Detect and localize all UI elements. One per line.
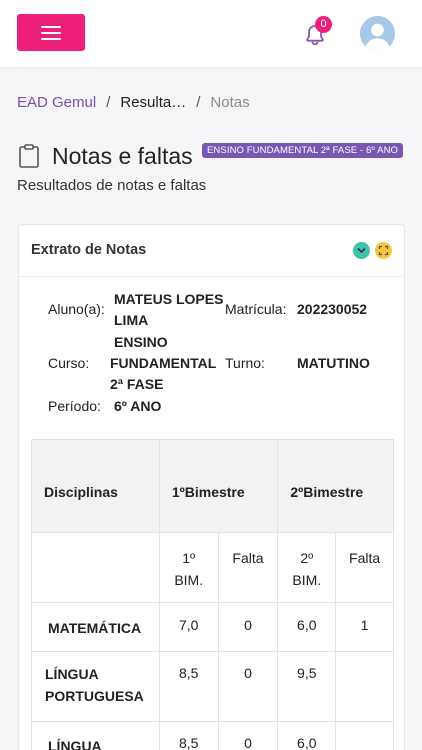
subheader-b2-nota: 2º BIM. xyxy=(277,532,337,603)
curso-label: Curso: xyxy=(48,355,90,371)
breadcrumb-results-link[interactable]: Resulta… xyxy=(120,94,186,111)
absences-b1: 0 xyxy=(217,721,279,750)
aluno-label: Aluno(a): xyxy=(48,301,105,317)
breadcrumb-home-link[interactable]: EAD Gemul xyxy=(17,94,96,111)
table-row: LÍNGUA PORTUGUESA 8,5 0 9,5 xyxy=(31,651,394,722)
absences-b1: 0 xyxy=(217,651,279,722)
absences-b2 xyxy=(335,651,394,722)
matricula-label: Matrícula: xyxy=(225,301,287,317)
grade-b2: 6,0 xyxy=(277,721,337,750)
absences-b1: 0 xyxy=(217,602,279,652)
grades-table-scroll[interactable]: Disciplinas 1ºBimestre 2ºBimestre 1º BIM.… xyxy=(31,439,394,750)
absences-b2: 1 xyxy=(335,602,394,652)
fullscreen-icon[interactable] xyxy=(375,242,392,259)
header-bimestre-1: 1ºBimestre xyxy=(158,439,279,533)
breadcrumb: EAD Gemul / Resulta… / Notas xyxy=(17,94,250,111)
turno-value: MATUTINO xyxy=(297,355,370,371)
curso-value-line2: FUNDAMENTAL xyxy=(110,355,217,371)
table-subheader-row: 1º BIM. Falta 2º BIM. Falta xyxy=(31,532,394,603)
subheader-empty xyxy=(31,532,160,603)
grades-table: Disciplinas 1ºBimestre 2ºBimestre 1º BIM.… xyxy=(31,439,394,750)
periodo-label: Período: xyxy=(48,398,101,414)
page-subtitle: Resultados de notas e faltas xyxy=(17,177,207,194)
menu-button[interactable] xyxy=(17,14,85,51)
periodo-value: 6º ANO xyxy=(114,398,162,414)
table-row: MATEMÁTICA 7,0 0 6,0 1 xyxy=(31,602,394,652)
grades-card: Extrato de Notas Aluno(a): MATEUS LOPES … xyxy=(18,224,405,750)
subheader-b2-falta: Falta xyxy=(335,532,394,603)
level-badge: ENSINO FUNDAMENTAL 2ª FASE - 6º ANO xyxy=(202,143,404,158)
subheader-b1-falta: Falta xyxy=(217,532,279,603)
curso-value-line3: 2ª FASE xyxy=(110,376,164,392)
discipline-name: MATEMÁTICA xyxy=(31,602,160,652)
curso-value-line1: ENSINO xyxy=(114,334,168,350)
top-bar: 0 xyxy=(0,0,422,67)
page-title: Notas e faltas xyxy=(52,143,193,169)
subheader-b1-nota: 1º BIM. xyxy=(158,532,219,603)
table-header-row: Disciplinas 1ºBimestre 2ºBimestre xyxy=(31,439,394,533)
card-header: Extrato de Notas xyxy=(19,225,404,277)
grade-b1: 7,0 xyxy=(158,602,219,652)
absences-b2 xyxy=(335,721,394,750)
hamburger-menu-icon xyxy=(41,25,61,40)
table-row: LÍNGUA 8,5 0 6,0 xyxy=(31,721,394,750)
breadcrumb-separator: / xyxy=(196,94,201,111)
grade-b1: 8,5 xyxy=(158,721,219,750)
aluno-name-line1: MATEUS LOPES xyxy=(114,291,224,307)
collapse-chevron-icon[interactable] xyxy=(353,242,370,259)
breadcrumb-current: Notas xyxy=(210,94,250,111)
card-title: Extrato de Notas xyxy=(31,242,147,258)
discipline-name: LÍNGUA PORTUGUESA xyxy=(31,651,160,722)
grade-b1: 8,5 xyxy=(158,651,219,722)
user-avatar-icon[interactable] xyxy=(360,16,395,51)
turno-label: Turno: xyxy=(225,355,265,371)
breadcrumb-separator: / xyxy=(106,94,111,111)
discipline-name: LÍNGUA xyxy=(31,721,160,750)
clipboard-icon xyxy=(19,144,39,168)
aluno-name-line2: LIMA xyxy=(114,312,149,328)
grade-b2: 9,5 xyxy=(277,651,337,722)
header-disciplinas: Disciplinas xyxy=(31,439,160,533)
header-bimestre-2: 2ºBimestre xyxy=(277,439,394,533)
matricula-value: 202230052 xyxy=(297,301,368,317)
grade-b2: 6,0 xyxy=(277,602,337,652)
notification-count-badge: 0 xyxy=(315,16,332,33)
